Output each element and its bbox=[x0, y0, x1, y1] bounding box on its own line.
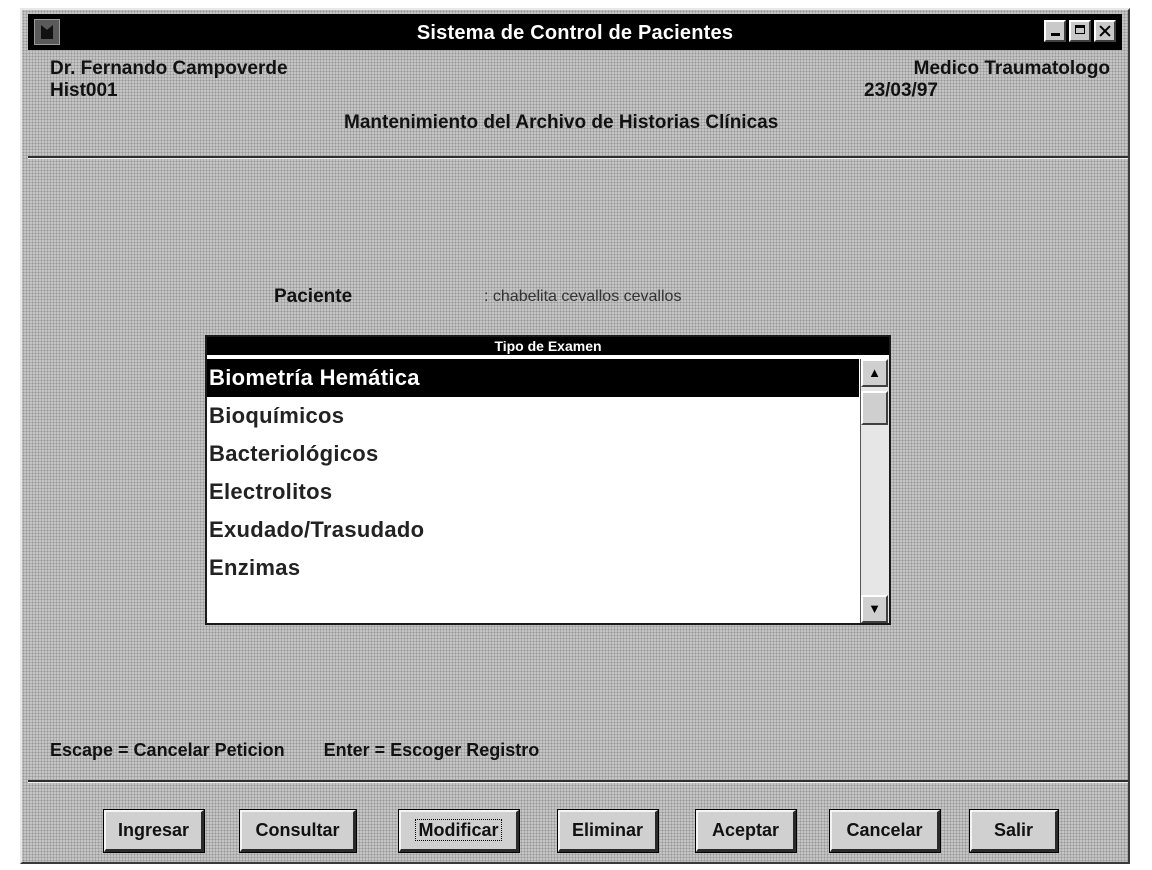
list-item[interactable]: Electrolitos bbox=[207, 473, 859, 511]
close-icon[interactable] bbox=[1094, 20, 1116, 42]
scroll-thumb[interactable] bbox=[861, 391, 888, 425]
consultar-button[interactable]: Consultar bbox=[239, 809, 357, 853]
modificar-button[interactable]: Modificar bbox=[398, 809, 520, 853]
modificar-button-label: Modificar bbox=[415, 819, 502, 841]
ingresar-button-label: Ingresar bbox=[117, 820, 190, 840]
application-window: Sistema de Control de Pacientes Dr. Fern… bbox=[20, 8, 1130, 864]
list-scrollbar[interactable]: ▲ ▼ bbox=[860, 359, 889, 623]
minimize-icon[interactable] bbox=[1044, 20, 1066, 42]
screen-subtitle: Mantenimiento del Archivo de Historias C… bbox=[344, 112, 779, 133]
list-item[interactable]: Biometría Hemática bbox=[207, 359, 859, 397]
patient-label: Paciente bbox=[274, 286, 353, 307]
window-title: Sistema de Control de Pacientes bbox=[416, 22, 734, 44]
scroll-up-arrow-icon[interactable]: ▲ bbox=[861, 359, 888, 387]
title-bar[interactable]: Sistema de Control de Pacientes bbox=[28, 14, 1122, 50]
cancelar-button[interactable]: Cancelar bbox=[829, 809, 941, 853]
cancelar-button-label: Cancelar bbox=[846, 820, 923, 840]
header-divider bbox=[28, 156, 1128, 159]
eliminar-button[interactable]: Eliminar bbox=[557, 809, 659, 853]
maximize-icon[interactable] bbox=[1069, 20, 1091, 42]
list-item[interactable]: Bioquímicos bbox=[207, 397, 859, 435]
escape-hint: Escape = Cancelar Peticion bbox=[50, 740, 285, 760]
aceptar-button[interactable]: Aceptar bbox=[695, 809, 797, 853]
enter-hint: Enter = Escoger Registro bbox=[323, 740, 540, 760]
current-date: 23/03/97 bbox=[864, 80, 938, 101]
consultar-button-label: Consultar bbox=[255, 820, 340, 840]
salir-button[interactable]: Salir bbox=[969, 809, 1059, 853]
salir-button-label: Salir bbox=[993, 820, 1034, 840]
exam-type-list[interactable]: Tipo de Examen Biometría Hemática Bioquí… bbox=[205, 335, 891, 625]
scroll-down-arrow-icon[interactable]: ▼ bbox=[861, 595, 888, 623]
eliminar-button-label: Eliminar bbox=[571, 820, 644, 840]
screen-code: Hist001 bbox=[50, 80, 118, 101]
list-item[interactable]: Bacteriológicos bbox=[207, 435, 859, 473]
ingresar-button[interactable]: Ingresar bbox=[103, 809, 205, 853]
keyboard-hints: Escape = Cancelar Peticion Enter = Escog… bbox=[50, 740, 573, 761]
aceptar-button-label: Aceptar bbox=[711, 820, 780, 840]
doctor-specialty: Medico Traumatologo bbox=[913, 58, 1110, 79]
list-item[interactable]: Enzimas bbox=[207, 549, 859, 587]
patient-value: : chabelita cevallos cevallos bbox=[484, 288, 682, 305]
window-controls bbox=[1044, 20, 1116, 42]
list-item[interactable]: Exudado/Trasudado bbox=[207, 511, 859, 549]
doctor-name: Dr. Fernando Campoverde bbox=[50, 58, 288, 79]
exam-list-header: Tipo de Examen bbox=[207, 337, 889, 355]
exam-list-items: Biometría Hemática Bioquímicos Bacteriol… bbox=[207, 359, 859, 623]
footer-divider bbox=[28, 780, 1128, 783]
